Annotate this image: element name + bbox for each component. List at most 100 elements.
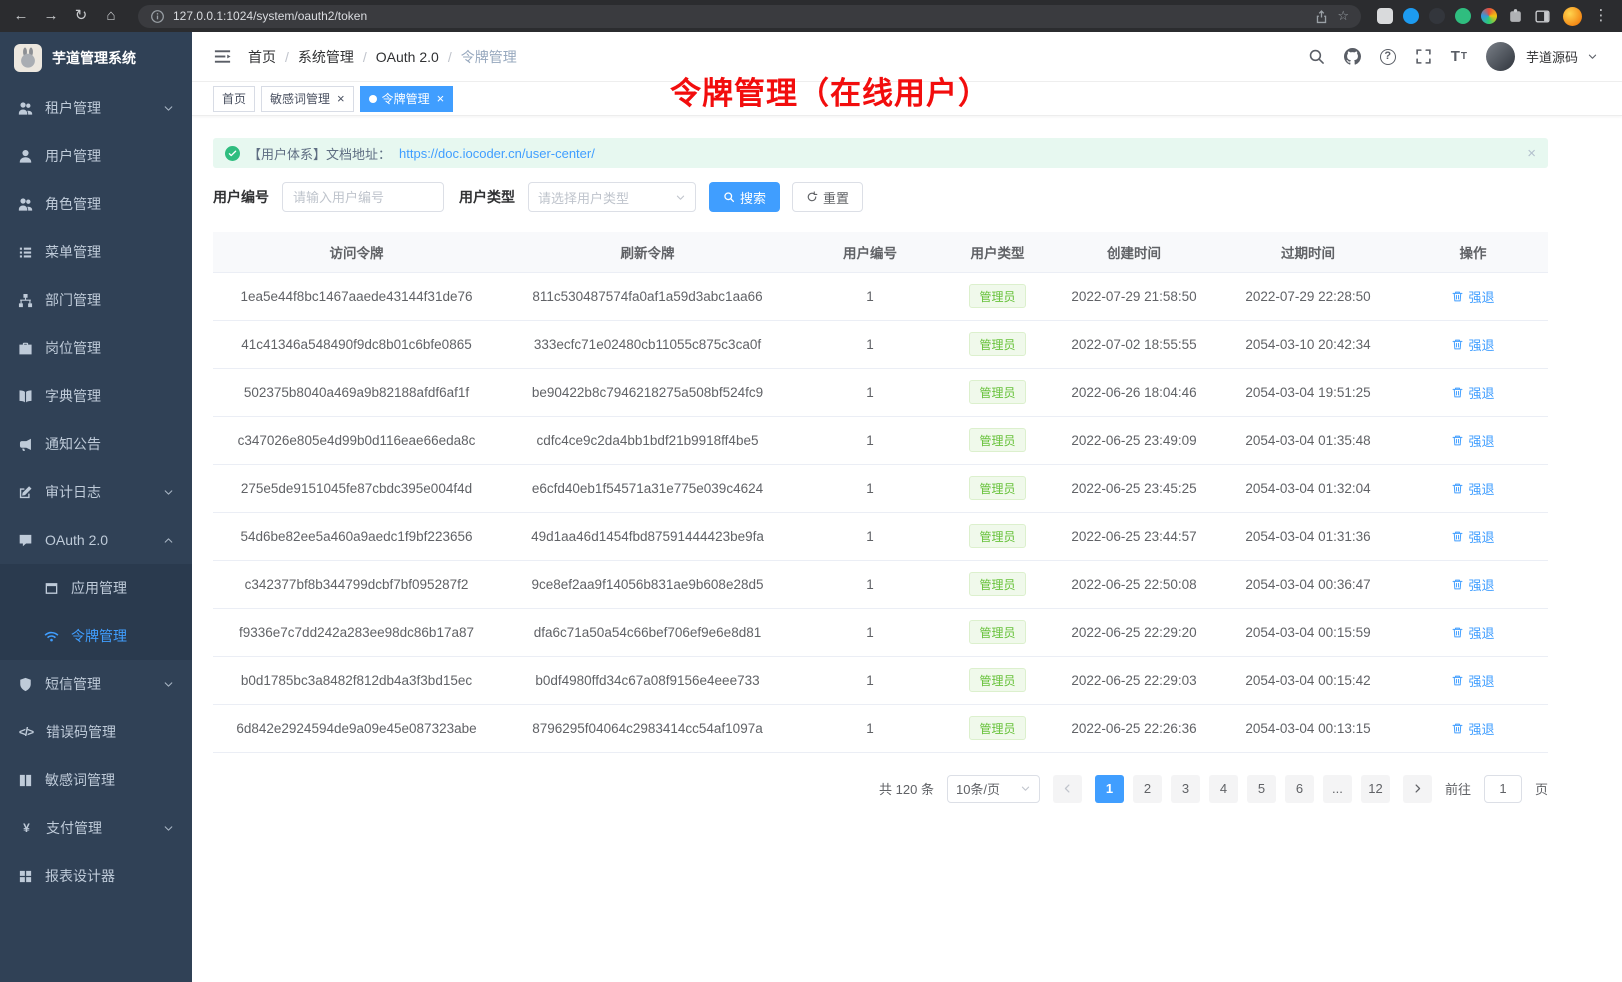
force-logout-button[interactable]: 强退	[1451, 671, 1494, 690]
force-logout-button[interactable]: 强退	[1451, 479, 1494, 498]
pagination-total: 共 120 条	[879, 779, 934, 798]
tag-close-icon[interactable]: ×	[337, 92, 345, 105]
column-header: 用户类型	[945, 232, 1050, 272]
sidebar-item-tenant[interactable]: 租户管理	[0, 84, 192, 132]
sidebar-item-error-code[interactable]: </>错误码管理	[0, 708, 192, 756]
tag-label: 敏感词管理	[270, 90, 330, 107]
user-id-input[interactable]	[282, 182, 444, 212]
bookmark-star-icon[interactable]: ☆	[1337, 8, 1349, 24]
user-name: 芋道源码	[1526, 47, 1578, 66]
search-icon[interactable]	[1308, 48, 1325, 65]
user-menu-caret-icon[interactable]	[1587, 51, 1598, 62]
help-icon[interactable]: ?	[1380, 49, 1396, 65]
page-button-3[interactable]: 3	[1171, 775, 1200, 803]
app-logo-row[interactable]: 芋道管理系统	[0, 32, 192, 84]
browser-reload-icon[interactable]: ↻	[70, 5, 92, 27]
column-header: 过期时间	[1218, 232, 1398, 272]
fullscreen-icon[interactable]	[1415, 48, 1432, 65]
sidebar-item-sms[interactable]: 短信管理	[0, 660, 192, 708]
tag-sensitive-word[interactable]: 敏感词管理 ×	[261, 86, 354, 112]
refresh-token-cell: 9ce8ef2aa9f14056b831ae9b608e28d5	[500, 560, 795, 608]
page-button-2[interactable]: 2	[1133, 775, 1162, 803]
tag-label: 首页	[222, 90, 246, 107]
tag-close-icon[interactable]: ×	[437, 92, 445, 105]
extension-icon[interactable]	[1455, 8, 1471, 24]
force-logout-button[interactable]: 强退	[1451, 383, 1494, 402]
browser-menu-icon[interactable]: ⋮	[1590, 5, 1612, 27]
sidebar-item-user[interactable]: 用户管理	[0, 132, 192, 180]
page-button-12[interactable]: 12	[1361, 775, 1390, 803]
columns-icon	[18, 773, 33, 788]
sidebar-item-sensitive-word[interactable]: 敏感词管理	[0, 756, 192, 804]
font-size-icon[interactable]: TT	[1451, 48, 1467, 65]
page-button-4[interactable]: 4	[1209, 775, 1238, 803]
next-page-button[interactable]	[1403, 775, 1432, 803]
user-type-badge: 管理员	[969, 716, 1025, 740]
sidebar-item-pay[interactable]: ¥支付管理	[0, 804, 192, 852]
doc-alert: 【用户体系】文档地址： https://doc.iocoder.cn/user-…	[213, 138, 1548, 168]
breadcrumb-item[interactable]: OAuth 2.0	[376, 49, 439, 65]
chevron-down-icon	[163, 679, 174, 690]
sidebar-item-notice[interactable]: 通知公告	[0, 420, 192, 468]
extension-icon[interactable]	[1429, 8, 1445, 24]
page-button-5[interactable]: 5	[1247, 775, 1276, 803]
site-info-icon[interactable]	[150, 9, 165, 24]
force-logout-button[interactable]: 强退	[1451, 719, 1494, 738]
user-id-cell: 1	[795, 704, 945, 752]
force-logout-button[interactable]: 强退	[1451, 623, 1494, 642]
side-panel-icon[interactable]	[1534, 8, 1551, 25]
page-button-6[interactable]: 6	[1285, 775, 1314, 803]
page-ellipsis-button[interactable]: ...	[1323, 775, 1352, 803]
sidebar-item-label: 错误码管理	[46, 722, 174, 742]
force-logout-button[interactable]: 强退	[1451, 575, 1494, 594]
breadcrumb-item[interactable]: 系统管理	[298, 47, 354, 67]
sidebar-item-dept[interactable]: 部门管理	[0, 276, 192, 324]
sidebar-item-post[interactable]: 岗位管理	[0, 324, 192, 372]
extension-icon[interactable]	[1377, 8, 1393, 24]
page-button-1[interactable]: 1	[1095, 775, 1124, 803]
alert-close-icon[interactable]: ×	[1527, 145, 1536, 162]
browser-forward-icon[interactable]: →	[40, 5, 62, 27]
delete-icon	[1451, 674, 1464, 687]
force-logout-button[interactable]: 强退	[1451, 287, 1494, 306]
sidebar-item-oauth2-app[interactable]: 应用管理	[0, 564, 192, 612]
browser-profile-avatar[interactable]	[1563, 7, 1582, 26]
browser-back-icon[interactable]: ←	[10, 5, 32, 27]
sidebar-toggle-icon[interactable]	[213, 47, 232, 66]
font-size-small-glyph: T	[1461, 51, 1467, 62]
tag-token[interactable]: 令牌管理×	[360, 86, 454, 112]
page-size-select[interactable]: 10条/页	[947, 775, 1040, 803]
sidebar-item-oauth2-token[interactable]: 令牌管理	[0, 612, 192, 660]
edit-icon	[18, 485, 33, 500]
extensions-puzzle-icon[interactable]	[1507, 8, 1524, 25]
doc-link[interactable]: https://doc.iocoder.cn/user-center/	[399, 146, 595, 161]
search-button[interactable]: 搜索	[709, 182, 780, 212]
extension-icon[interactable]	[1481, 8, 1497, 24]
browser-home-icon[interactable]: ⌂	[100, 5, 122, 27]
user-avatar[interactable]	[1486, 42, 1515, 71]
browser-extensions	[1377, 8, 1551, 25]
address-bar[interactable]: 127.0.0.1:1024/system/oauth2/token ☆	[138, 5, 1361, 28]
sidebar-item-menu[interactable]: 菜单管理	[0, 228, 192, 276]
sidebar-item-label: 通知公告	[45, 434, 174, 454]
force-logout-button[interactable]: 强退	[1451, 431, 1494, 450]
user-type-select[interactable]: 请选择用户类型	[528, 182, 696, 212]
sidebar-item-role[interactable]: 角色管理	[0, 180, 192, 228]
tag-home[interactable]: 首页	[213, 86, 255, 112]
prev-page-button[interactable]	[1053, 775, 1082, 803]
share-icon[interactable]	[1314, 9, 1329, 24]
delete-icon	[1451, 722, 1464, 735]
sidebar-item-dict[interactable]: 字典管理	[0, 372, 192, 420]
sidebar-item-oauth2[interactable]: OAuth 2.0	[0, 516, 192, 564]
breadcrumb-item[interactable]: 首页	[248, 47, 276, 67]
reset-button[interactable]: 重置	[792, 182, 863, 212]
delete-icon	[1451, 626, 1464, 639]
goto-page-input[interactable]	[1484, 775, 1522, 803]
extension-icon[interactable]	[1403, 8, 1419, 24]
github-icon[interactable]	[1344, 48, 1361, 65]
sidebar-item-audit-log[interactable]: 审计日志	[0, 468, 192, 516]
force-logout-button[interactable]: 强退	[1451, 527, 1494, 546]
sidebar-item-report-designer[interactable]: 报表设计器	[0, 852, 192, 900]
shield-icon	[18, 677, 33, 692]
force-logout-button[interactable]: 强退	[1451, 335, 1494, 354]
